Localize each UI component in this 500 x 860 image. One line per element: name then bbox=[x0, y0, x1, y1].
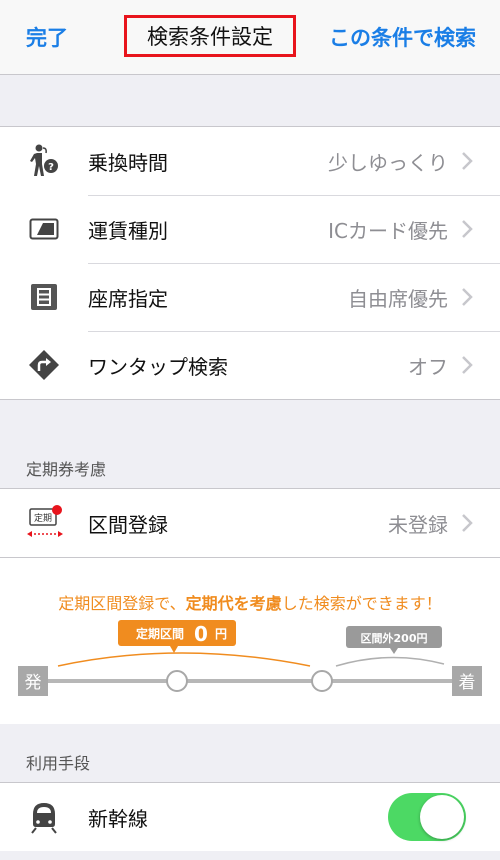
search-with-conditions-button[interactable]: この条件で検索 bbox=[329, 22, 476, 52]
transfer-time-value: 少しゆっくり bbox=[328, 150, 448, 175]
register-section-label: 区間登録 bbox=[88, 512, 168, 537]
commuter-pass-group: 定期 区間登録 未登録 bbox=[0, 488, 500, 558]
navigation-bar: 完了 検索条件設定 この条件で検索 bbox=[0, 0, 500, 75]
one-tap-search-label: ワンタップ検索 bbox=[88, 354, 228, 379]
done-button[interactable]: 完了 bbox=[26, 22, 68, 52]
end-station-label: 着 bbox=[459, 673, 476, 693]
chevron-right-icon bbox=[462, 288, 473, 306]
one-tap-search-value: オフ bbox=[408, 354, 448, 379]
toggle-knob bbox=[420, 795, 464, 839]
chevron-right-icon bbox=[462, 152, 473, 170]
commuter-pass-section-header: 定期券考慮 bbox=[26, 460, 107, 479]
commuter-pass-icon-text: 定期 bbox=[34, 512, 52, 524]
seat-reservation-value: 自由席優先 bbox=[348, 286, 448, 311]
chevron-right-icon bbox=[462, 220, 473, 238]
promo-route-diagram: 定期区間 0 円 区間外200円 発 着 bbox=[18, 620, 482, 696]
shinkansen-toggle[interactable] bbox=[388, 793, 466, 841]
commuter-badge-prefix: 定期区間 bbox=[136, 626, 184, 641]
settings-row-shinkansen: 新幹線 bbox=[0, 783, 500, 851]
commuter-pass-icon: 定期 bbox=[26, 505, 66, 541]
commuter-badge-unit: 円 bbox=[215, 627, 227, 641]
settings-group: ? 乗換時間 少しゆっくり 運賃種別 ICカード優先 座席指定 自由席優先 ワン… bbox=[0, 126, 500, 400]
fare-type-value: ICカード優先 bbox=[328, 218, 448, 243]
chevron-right-icon bbox=[462, 356, 473, 374]
seat-icon bbox=[26, 279, 62, 315]
seat-reservation-label: 座席指定 bbox=[88, 286, 168, 311]
register-section-value: 未登録 bbox=[388, 512, 448, 537]
outside-fare-badge: 区間外200円 bbox=[361, 631, 428, 645]
transfer-time-label: 乗換時間 bbox=[88, 150, 168, 175]
page-title: 検索条件設定 bbox=[124, 15, 296, 57]
settings-row-fare-type[interactable]: 運賃種別 ICカード優先 bbox=[0, 195, 500, 263]
settings-row-register-section[interactable]: 定期 区間登録 未登録 bbox=[0, 489, 500, 557]
chevron-right-icon bbox=[462, 514, 473, 532]
fare-type-label: 運賃種別 bbox=[88, 218, 168, 243]
commuter-promo-banner: 定期区間登録で、定期代を考慮した検索ができます！ 定期区間 0 円 区間外200… bbox=[0, 558, 500, 724]
start-station-label: 発 bbox=[25, 673, 42, 693]
commuter-badge-amount: 0 bbox=[194, 622, 208, 646]
ic-card-icon bbox=[26, 211, 62, 247]
settings-row-one-tap-search[interactable]: ワンタップ検索 オフ bbox=[0, 331, 500, 399]
means-section-header: 利用手段 bbox=[26, 754, 91, 773]
settings-row-transfer-time[interactable]: ? 乗換時間 少しゆっくり bbox=[0, 127, 500, 195]
turn-right-sign-icon bbox=[26, 347, 62, 383]
walking-person-question-icon: ? bbox=[26, 143, 62, 179]
shinkansen-icon bbox=[26, 799, 62, 835]
means-group: 新幹線 bbox=[0, 782, 500, 851]
settings-row-seat-reservation[interactable]: 座席指定 自由席優先 bbox=[0, 263, 500, 331]
svg-text:?: ? bbox=[48, 162, 54, 173]
shinkansen-label: 新幹線 bbox=[88, 806, 148, 831]
